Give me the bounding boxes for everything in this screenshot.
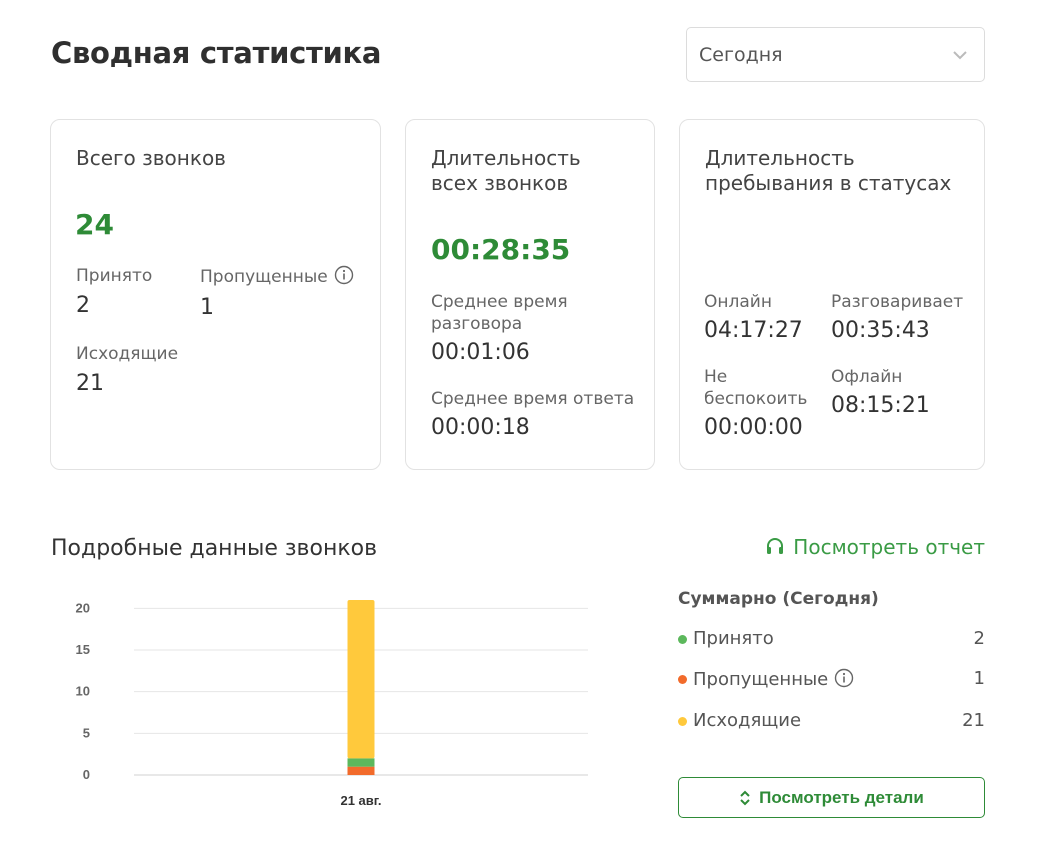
bar-segment: [347, 758, 375, 767]
page-title: Сводная статистика: [51, 36, 382, 70]
dnd-label: Не беспокоить: [704, 366, 807, 410]
card-title: Всего звонков: [76, 146, 226, 170]
info-icon[interactable]: [334, 265, 354, 285]
total-calls-value: 24: [75, 208, 114, 241]
view-report-label: Посмотреть отчет: [793, 535, 985, 559]
accepted-value: 2: [76, 293, 90, 318]
calls-bar-chart: 0 5 10 15 20 21 авг.: [76, 600, 588, 808]
summary-row-name: Пропущенные: [693, 668, 854, 690]
summary-row-count: 1: [973, 668, 985, 689]
summary-row-name: Принято: [693, 628, 774, 649]
card-title: Длительность пребывания в статусах: [705, 146, 951, 196]
period-selected-value: Сегодня: [699, 44, 783, 66]
outgoing-legend-dot: [678, 717, 687, 726]
status-duration-card: Длительность пребывания в статусах Онлай…: [679, 119, 985, 470]
y-tick-label: 15: [76, 642, 90, 657]
summary-row-accepted: Принято 2: [678, 628, 985, 652]
total-calls-card: Всего звонков 24 Принято 2 Пропущенные 1…: [50, 119, 381, 470]
summary-row-count: 2: [973, 628, 985, 649]
chevron-down-icon: [953, 51, 967, 60]
outgoing-label: Исходящие: [76, 344, 179, 364]
x-tick-label: 21 авг.: [340, 793, 381, 808]
bar-segment: [347, 766, 375, 775]
accepted-label: Принято: [76, 266, 153, 286]
summary-row-outgoing: Исходящие 21: [678, 710, 985, 734]
outgoing-value: 21: [76, 371, 104, 396]
y-tick-label: 5: [83, 725, 90, 740]
view-details-label: Посмотреть детали: [759, 787, 924, 807]
headset-icon: [767, 538, 784, 554]
dnd-label-line1: Не: [704, 367, 728, 387]
call-details-title: Подробные данные звонков: [51, 536, 378, 561]
online-value: 04:17:27: [704, 318, 803, 343]
online-label: Онлайн: [704, 292, 772, 312]
total-duration-value: 00:28:35: [431, 233, 571, 266]
avg-talk-label-line1: Среднее время: [431, 292, 568, 312]
info-icon[interactable]: [834, 668, 854, 688]
view-details-button[interactable]: Посмотреть детали: [678, 777, 985, 818]
summary-row-name-text: Пропущенные: [693, 669, 829, 690]
avg-talk-label-line2: разговора: [431, 314, 523, 334]
summary-row-count: 21: [962, 710, 985, 731]
avg-answer-label: Среднее время ответа: [431, 389, 635, 409]
period-select[interactable]: Сегодня: [686, 27, 985, 82]
view-report-link[interactable]: Посмотреть отчет: [765, 535, 985, 559]
missed-value: 1: [200, 295, 214, 320]
y-tick-label: 20: [76, 600, 90, 615]
bar-segment: [347, 600, 375, 759]
talking-value: 00:35:43: [831, 318, 930, 343]
card-title-line2: всех звонков: [431, 171, 569, 195]
accepted-legend-dot: [678, 635, 687, 644]
y-tick-label: 0: [83, 767, 90, 782]
avg-talk-label: Среднее время разговора: [431, 291, 568, 335]
card-title-line1: Длительность: [431, 146, 581, 170]
missed-legend-dot: [678, 675, 687, 684]
offline-label: Офлайн: [831, 367, 903, 387]
card-title-line1: Длительность: [705, 146, 855, 170]
y-tick-label: 10: [76, 684, 90, 699]
card-title-line2: пребывания в статусах: [705, 171, 952, 195]
avg-answer-value: 00:00:18: [431, 415, 530, 440]
missed-label-text: Пропущенные: [200, 267, 328, 287]
offline-value: 08:15:21: [831, 393, 930, 418]
duration-card: Длительность всех звонков 00:28:35 Средн…: [405, 119, 655, 470]
summary-title: Суммарно (Сегодня): [678, 589, 879, 609]
card-title: Длительность всех звонков: [431, 146, 581, 196]
dnd-label-line2: беспокоить: [704, 389, 808, 409]
missed-label: Пропущенные: [200, 265, 354, 288]
talking-label: Разговаривает: [831, 292, 964, 312]
summary-row-name: Исходящие: [693, 710, 802, 731]
expand-icon: [740, 790, 750, 805]
avg-talk-value: 00:01:06: [431, 340, 530, 365]
dnd-value: 00:00:00: [704, 415, 803, 440]
summary-row-missed: Пропущенные 1: [678, 668, 985, 692]
